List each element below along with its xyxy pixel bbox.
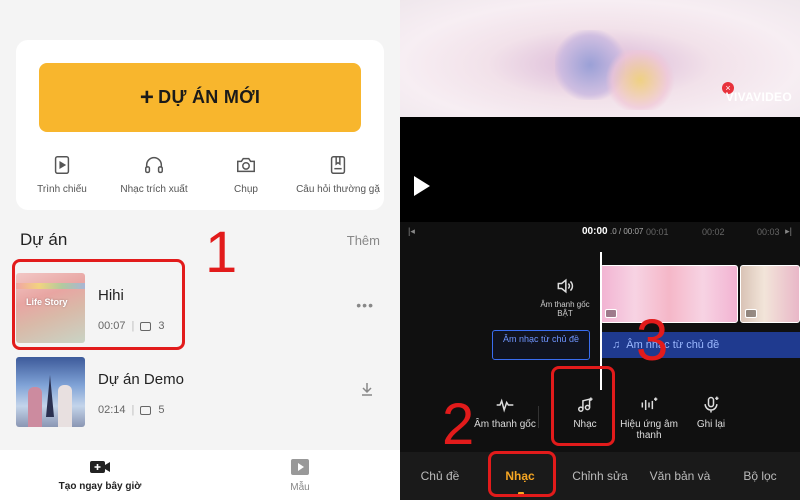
headphones-icon (145, 157, 163, 174)
video-preview: × VIVAVIDEO (400, 0, 800, 117)
waveform-icon (496, 398, 514, 413)
sound-effect-icon (641, 397, 658, 410)
skip-start-icon[interactable]: |◂ (408, 226, 415, 237)
time-mark: 00:01 (646, 227, 669, 237)
clip-badge-icon (745, 309, 757, 318)
annotation-number-1: 1 (205, 220, 238, 285)
project-thumbnail (16, 357, 85, 427)
action-sound-effect[interactable]: Hiệu ứng âm thanh (614, 395, 684, 445)
plus-icon: + (139, 83, 155, 111)
annotation-number-2: 2 (442, 392, 475, 457)
tool-camera[interactable]: Chụp (200, 154, 292, 204)
mic-icon (704, 396, 719, 413)
tab-theme[interactable]: Chủ đề (400, 469, 480, 483)
video-clip-track (600, 265, 800, 323)
editor-tab-bar: Chủ đề Nhạc Chỉnh sửa Văn bản và Bộ lọc (400, 452, 800, 500)
tab-text[interactable]: Văn bản và (640, 469, 720, 483)
time-mark: 00:03 (757, 227, 780, 237)
project-duration: 02:14 (98, 404, 126, 416)
tool-label: Câu hỏi thường gặ (296, 184, 380, 195)
skip-end-icon[interactable]: ▸| (785, 226, 792, 237)
video-clip[interactable] (740, 265, 800, 323)
template-icon (291, 458, 309, 475)
nav-create-now[interactable]: Tạo ngay bây giờ (0, 450, 200, 500)
new-project-label: DỰ ÁN MỚI (158, 87, 261, 107)
action-label: Hiệu ứng âm thanh (620, 419, 678, 441)
play-icon[interactable] (414, 176, 430, 196)
project-clip-count: 5 (158, 404, 165, 416)
download-icon[interactable] (360, 381, 374, 400)
bottom-navigation: Tạo ngay bây giờ Mẫu (0, 450, 400, 500)
new-project-button[interactable]: + DỰ ÁN MỚI (39, 63, 361, 132)
timeline-ruler: |◂ 00:00 .0 / 00:07 00:01 00:02 00:03 ▸| (400, 226, 800, 240)
music-actions: Âm thanh gốc Nhạc Hiệu ứng âm thanh Ghi … (470, 395, 790, 445)
tool-label: Trình chiếu (37, 184, 87, 195)
quick-tools: Trình chiếu Nhạc trích xuất Chụp Câu hỏi… (16, 154, 384, 204)
nav-label: Tạo ngay bây giờ (58, 480, 142, 492)
projects-heading: Dự án (20, 230, 68, 249)
slideshow-icon (54, 156, 70, 174)
action-original-audio[interactable]: Âm thanh gốc (470, 395, 540, 445)
highlight-box-2 (488, 451, 556, 497)
project-item-demo[interactable]: Dự án Demo 02:14 | 5 (16, 357, 384, 429)
original-audio-label: Âm thanh gốc BẬT (540, 300, 590, 318)
action-label: Ghi lại (696, 419, 726, 430)
highlight-box-1 (12, 259, 185, 350)
music-track[interactable]: ♫ Âm nhạc từ chủ đề (602, 332, 800, 358)
tool-label: Chụp (234, 184, 258, 195)
clip-count-icon (140, 405, 152, 415)
action-record[interactable]: Ghi lại (676, 395, 746, 445)
tool-faq[interactable]: Câu hỏi thường gặ (292, 154, 384, 204)
left-screen: + DỰ ÁN MỚI Trình chiếu Nhạc trích xuất … (0, 0, 400, 500)
clip-badge-icon (605, 309, 617, 318)
project-meta: 02:14 | 5 (98, 404, 165, 416)
speaker-icon (557, 278, 574, 294)
tab-filter[interactable]: Bộ lọc (720, 469, 800, 483)
highlight-box-3 (551, 366, 615, 446)
nav-templates[interactable]: Mẫu (200, 450, 400, 500)
tool-slideshow[interactable]: Trình chiếu (16, 154, 108, 204)
original-audio-toggle[interactable]: Âm thanh gốc BẬT (540, 276, 590, 318)
annotation-number-3: 3 (636, 308, 669, 373)
right-screen: × VIVAVIDEO |◂ 00:00 .0 / 00:07 00:01 00… (400, 0, 800, 500)
action-label: Âm thanh gốc (474, 419, 536, 430)
tool-label: Nhạc trích xuất (120, 184, 188, 195)
faq-icon (330, 156, 346, 174)
current-time: 00:00 (582, 226, 608, 237)
theme-music-button[interactable]: Âm nhạc từ chủ đề (492, 330, 590, 360)
project-name: Dự án Demo (98, 371, 184, 388)
watermark: VIVAVIDEO (725, 90, 792, 104)
camera-icon (237, 157, 255, 173)
tab-edit[interactable]: Chỉnh sửa (560, 469, 640, 483)
camera-plus-icon (90, 460, 110, 473)
video-clip[interactable] (600, 265, 738, 323)
total-time: .0 / 00:07 (610, 227, 644, 236)
projects-more-link[interactable]: Thêm (347, 233, 380, 248)
more-icon[interactable]: ••• (356, 297, 374, 313)
nav-label: Mẫu (290, 481, 310, 493)
time-mark: 00:02 (702, 227, 725, 237)
tool-extract-music[interactable]: Nhạc trích xuất (108, 154, 200, 204)
music-note-icon: ♫ (612, 339, 621, 351)
